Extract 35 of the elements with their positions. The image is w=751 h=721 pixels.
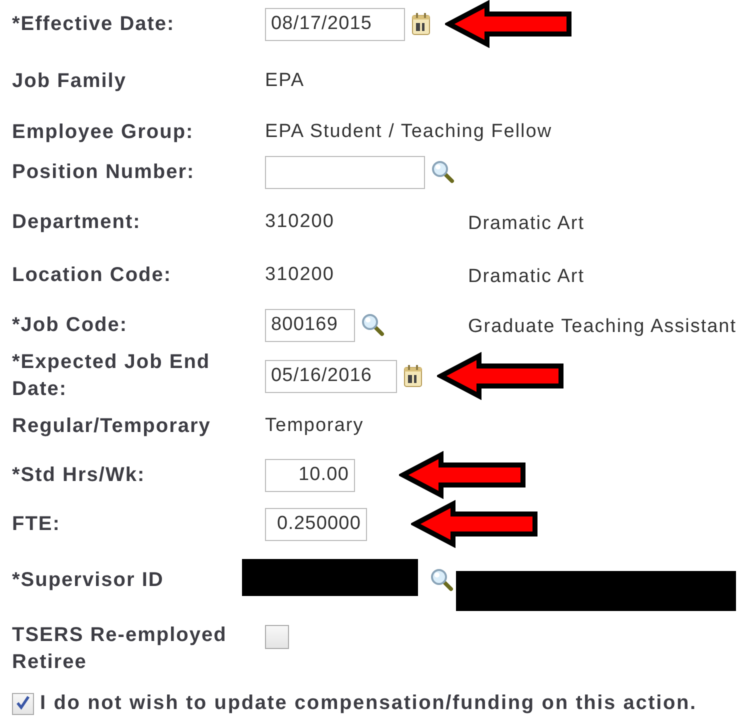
search-icon[interactable] <box>431 160 455 184</box>
field-label: Regular/Temporary <box>12 414 212 438</box>
field-label: Job Family <box>12 68 128 94</box>
field-label: *Effective Date: <box>12 12 176 36</box>
search-icon[interactable] <box>430 568 454 592</box>
field-label: Department: <box>12 210 142 234</box>
date-field[interactable]: 08/17/2015 <box>265 8 405 40</box>
field-value: 310200 <box>265 264 334 286</box>
checkbox[interactable] <box>12 692 34 714</box>
checkbox-label: I do not wish to update compensation/funding on this action. <box>40 691 697 716</box>
input-field[interactable] <box>265 156 425 188</box>
field-label: FTE: <box>12 512 62 536</box>
field-value: EPA <box>265 70 305 92</box>
date-field[interactable]: 05/16/2016 <box>265 360 397 392</box>
field-label: Location Code: <box>12 262 173 288</box>
field-value: EPA Student / Teaching Fellow <box>265 121 552 143</box>
search-icon[interactable] <box>361 313 385 337</box>
field-label: *Job Code: <box>12 312 129 338</box>
field-description: Dramatic Art <box>468 265 585 288</box>
field-value: Temporary <box>265 415 364 437</box>
input-field[interactable]: 0.250000 <box>265 508 367 540</box>
calendar-icon[interactable] <box>411 12 431 36</box>
field-label: *Expected Job End Date: <box>12 350 212 402</box>
checkbox[interactable] <box>265 625 289 649</box>
field-label: *Std Hrs/Wk: <box>12 462 146 488</box>
input-field[interactable]: 10.00 <box>265 458 355 492</box>
field-label: TSERS Re-employed Retiree <box>12 623 228 675</box>
field-label: *Supervisor ID <box>12 568 165 592</box>
field-description: Graduate Teaching Assistant <box>468 315 737 338</box>
input-field[interactable]: 800169 <box>265 308 355 342</box>
field-description: Dramatic Art <box>468 212 585 235</box>
field-label: Position Number: <box>12 160 196 184</box>
field-label: Employee Group: <box>12 120 195 144</box>
field-value: 310200 <box>265 211 334 233</box>
calendar-icon[interactable] <box>403 364 423 388</box>
